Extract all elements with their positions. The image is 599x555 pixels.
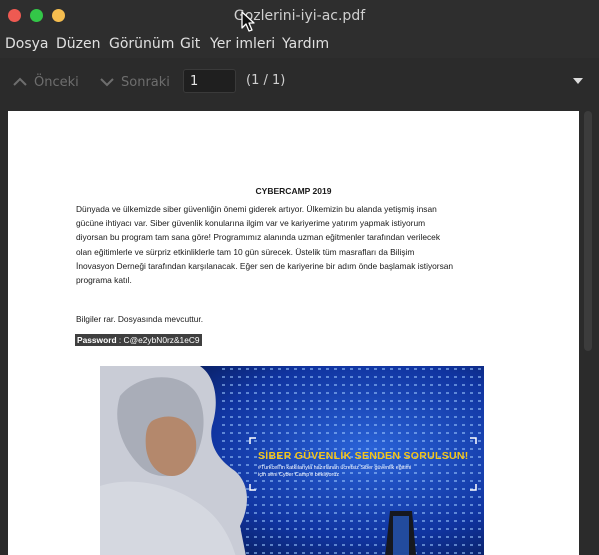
banner-subtitle-line: #Turkcell'in katkılarıyla hazırlanan ücr… — [258, 465, 412, 471]
menu-yer-imleri[interactable]: Yer imleri — [210, 36, 275, 52]
menu-gorunum[interactable]: Görünüm — [109, 36, 174, 52]
vertical-scrollbar[interactable] — [584, 111, 592, 351]
menu-bar: Dosya Düzen Görünüm Git Yer imleri Yardı… — [0, 32, 599, 58]
dropdown-arrow-icon[interactable] — [573, 78, 583, 84]
toolbar: Önceki Sonraki (1 / 1) — [0, 58, 599, 106]
document-title: CYBERCAMP 2019 — [255, 186, 332, 196]
previous-page-label: Önceki — [34, 74, 79, 90]
chevron-up-icon — [13, 77, 27, 86]
menu-duzen[interactable]: Düzen — [56, 36, 101, 52]
banner-subtitle: #Turkcell'in katkılarıyla hazırlanan ücr… — [258, 465, 473, 479]
paragraph-line: gücüne ihtiyacı var. Siber güvenlik konu… — [76, 218, 426, 229]
mouse-pointer-icon — [241, 11, 255, 32]
paragraph-line: İnovasyon Derneği tarafından karşılanaca… — [76, 260, 454, 271]
password-label: Password — [77, 335, 117, 345]
password-line: Password : C@e2ybN0rz&1eC9 — [75, 334, 202, 346]
menu-yardim[interactable]: Yardım — [282, 36, 329, 52]
next-page-label: Sonraki — [121, 74, 170, 90]
cybercamp-banner-image: SİBER GÜVENLİK SENDEN SORULSUN! #Turkcel… — [100, 366, 484, 555]
window-title: Gozlerini-iyi-ac.pdf — [233, 8, 366, 24]
banner-subtitle-line: için seni Cyber Camp'e bekliyoruz — [258, 472, 340, 478]
next-page-button[interactable]: Sonraki — [99, 72, 170, 92]
pdf-page: CYBERCAMP 2019 Dünyada ve ülkemizde sibe… — [8, 111, 579, 555]
info-text: Bilgiler rar. Dosyasında mevcuttur. — [76, 314, 204, 324]
paragraph-line: Dünyada ve ülkemizde siber güvenliğin ön… — [76, 204, 437, 214]
menu-dosya[interactable]: Dosya — [5, 36, 49, 52]
password-value: : C@e2ybN0rz&1eC9 — [118, 335, 200, 345]
menu-git[interactable]: Git — [180, 36, 200, 52]
previous-page-button[interactable]: Önceki — [12, 72, 79, 92]
banner-title: SİBER GÜVENLİK SENDEN SORULSUN! — [258, 450, 469, 462]
document-paragraph: Dünyada ve ülkemizde siber güvenliğin ön… — [76, 202, 516, 287]
paragraph-line: olan eğitimlerle ve sürpriz etkinliklerl… — [76, 246, 415, 257]
document-viewer[interactable]: CYBERCAMP 2019 Dünyada ve ülkemizde sibe… — [0, 105, 599, 555]
chevron-down-icon — [100, 78, 114, 87]
page-count: (1 / 1) — [246, 73, 286, 88]
title-bar: Gozlerini-iyi-ac.pdf — [0, 0, 599, 32]
paragraph-line: diyorsan bu program tam sana göre! Progr… — [76, 232, 441, 243]
page-number-input[interactable] — [183, 69, 236, 93]
paragraph-line: programa katıl. — [76, 275, 132, 286]
